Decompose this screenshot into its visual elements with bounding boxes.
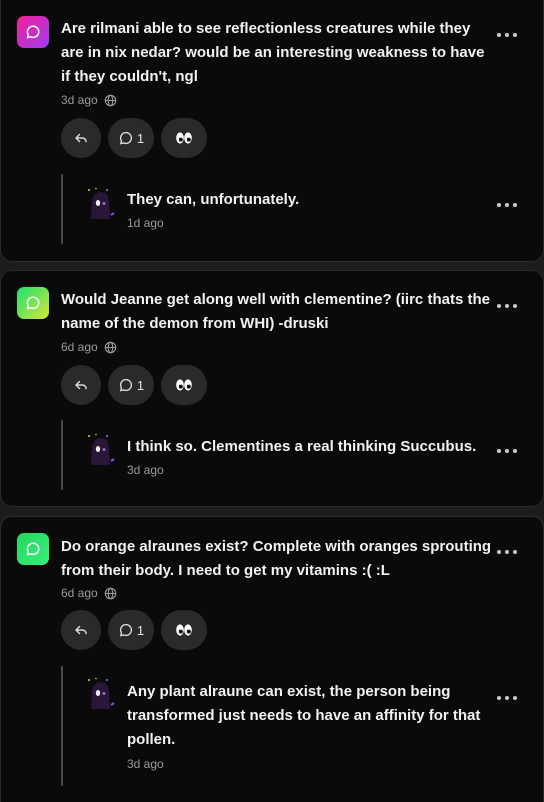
comment-count: 1: [136, 377, 145, 393]
post-card: Are rilmani able to see reflectionless c…: [0, 0, 544, 262]
comment-count: 1: [136, 622, 145, 638]
eyes-icon: [176, 379, 192, 391]
answer-time: 3d ago: [127, 757, 164, 771]
post-actions: 1: [61, 610, 207, 650]
question-text: Would Jeanne get along well with clement…: [61, 291, 490, 332]
globe-icon: [104, 341, 116, 353]
post-actions: 1: [61, 365, 207, 405]
answer-more-button[interactable]: [497, 198, 517, 212]
avatar[interactable]: [85, 677, 119, 711]
thread-line: [61, 420, 63, 490]
comment-button[interactable]: 1: [108, 610, 154, 650]
answer-text: They can, unfortunately.: [127, 191, 300, 208]
reply-button[interactable]: [61, 118, 101, 158]
post-more-button[interactable]: [497, 545, 517, 559]
comment-button[interactable]: 1: [108, 365, 154, 405]
comment-icon: [119, 623, 132, 637]
thread-line: [61, 174, 63, 244]
post-time: 6d ago: [61, 340, 98, 354]
ask-bubble-icon: [17, 287, 49, 319]
react-button[interactable]: [161, 365, 207, 405]
answer-text: Any plant alraune can exist, the person …: [127, 683, 481, 748]
thread-line: [61, 666, 63, 786]
comment-button[interactable]: 1: [108, 118, 154, 158]
react-button[interactable]: [161, 118, 207, 158]
avatar[interactable]: [85, 433, 119, 467]
react-button[interactable]: [161, 610, 207, 650]
question-text: Are rilmani able to see reflectionless c…: [61, 20, 485, 85]
globe-icon: [104, 94, 116, 106]
ask-bubble-icon: [17, 533, 49, 565]
post-meta: 3d ago: [61, 93, 117, 107]
comment-icon: [119, 378, 132, 392]
answer-time: 3d ago: [127, 463, 164, 477]
question-text: Do orange alraunes exist? Complete with …: [61, 538, 492, 579]
reply-button[interactable]: [61, 610, 101, 650]
post-card: Do orange alraunes exist? Complete with …: [0, 516, 544, 802]
post-meta: 6d ago: [61, 340, 117, 354]
reply-icon: [75, 625, 87, 635]
answer-time: 1d ago: [127, 216, 164, 230]
post-meta: 6d ago: [61, 586, 117, 600]
eyes-icon: [176, 132, 192, 144]
reply-icon: [75, 380, 87, 390]
avatar[interactable]: [85, 187, 119, 221]
globe-icon: [104, 587, 116, 599]
answer-text: I think so. Clementines a real thinking …: [127, 438, 477, 455]
answer-more-button[interactable]: [497, 691, 517, 705]
post-more-button[interactable]: [497, 28, 517, 42]
ask-bubble-icon: [17, 16, 49, 48]
post-feed: Are rilmani able to see reflectionless c…: [0, 0, 544, 802]
post-time: 6d ago: [61, 586, 98, 600]
post-actions: 1: [61, 118, 207, 158]
post-more-button[interactable]: [497, 299, 517, 313]
answer-more-button[interactable]: [497, 444, 517, 458]
reply-button[interactable]: [61, 365, 101, 405]
post-card: Would Jeanne get along well with clement…: [0, 270, 544, 507]
post-time: 3d ago: [61, 93, 98, 107]
reply-icon: [75, 133, 87, 143]
comment-icon: [119, 131, 132, 145]
comment-count: 1: [136, 130, 145, 146]
eyes-icon: [176, 624, 192, 636]
